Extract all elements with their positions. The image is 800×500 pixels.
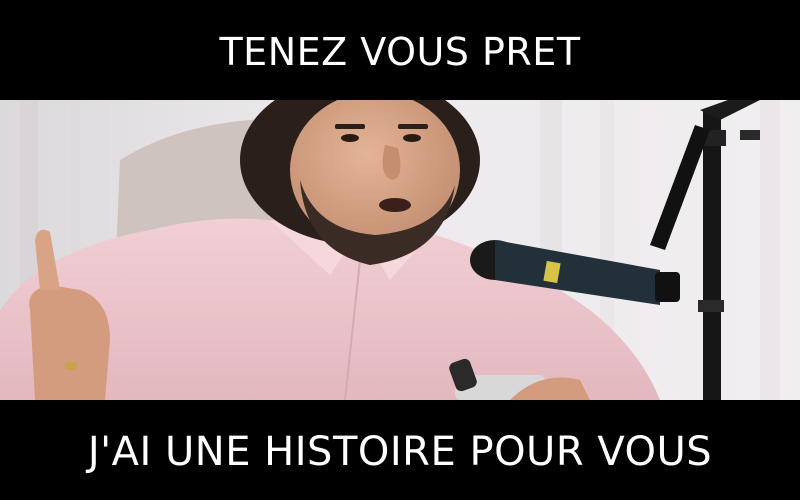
left-eye [341,134,359,142]
podcast-scene-illustration [0,100,800,400]
ring [65,362,77,370]
top-caption: TENEZ VOUS PRET [219,30,581,74]
top-caption-bar: TENEZ VOUS PRET [0,0,800,100]
bottom-caption-bar: J'AI UNE HISTOIRE POUR VOUS [0,400,800,500]
photo [0,100,800,400]
mouth [379,198,411,212]
meme-image: TENEZ VOUS PRET J'AI UNE HISTOIRE POUR V… [0,0,800,500]
bottom-caption: J'AI UNE HISTOIRE POUR VOUS [87,429,713,475]
right-eye [403,134,421,142]
